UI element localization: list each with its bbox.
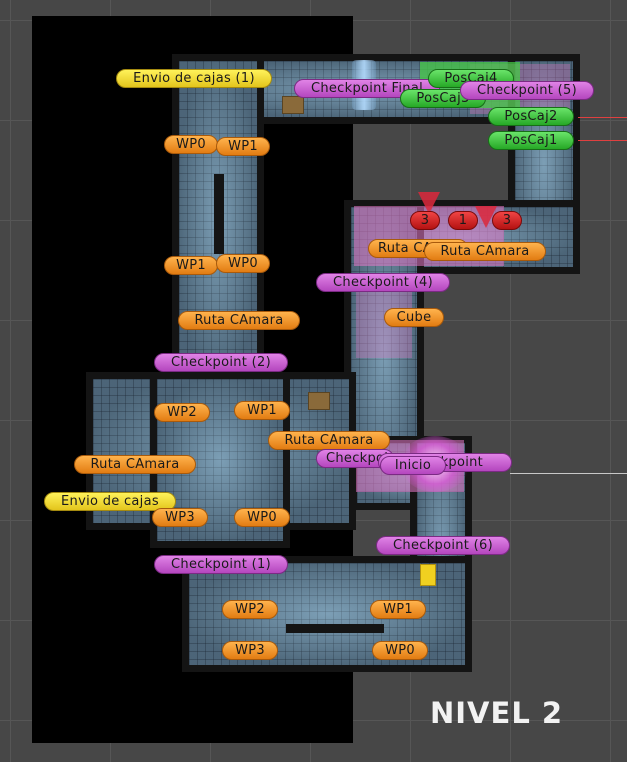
waypoint-marker[interactable]: WP1 [234, 401, 290, 420]
checkpoint-1-marker[interactable]: Checkpoint (1) [154, 555, 288, 574]
waypoint-marker[interactable]: WP3 [222, 641, 278, 660]
gizmo-line [578, 140, 627, 141]
waypoint-marker[interactable]: WP1 [370, 600, 426, 619]
ruta-camara-marker[interactable]: Ruta CAmara [178, 311, 300, 330]
waypoint-marker[interactable]: WP0 [234, 508, 290, 527]
camera-count-badge[interactable]: 3 [410, 211, 440, 230]
inicio-marker[interactable]: Inicio [380, 456, 446, 475]
ruta-camara-marker[interactable]: Ruta CAmara [268, 431, 390, 450]
checkpoint-5-marker[interactable]: Checkpoint (5) [460, 81, 594, 100]
camera-count-badge[interactable]: 1 [448, 211, 478, 230]
inner-wall [286, 624, 384, 633]
checkpoint-4-marker[interactable]: Checkpoint (4) [316, 273, 450, 292]
gizmo-line [578, 117, 627, 118]
scene-view[interactable]: Envio de cajas (1) Checkpoint Final PosC… [0, 0, 627, 762]
waypoint-marker[interactable]: WP0 [216, 254, 270, 273]
checkpoint-2-marker[interactable]: Checkpoint (2) [154, 353, 288, 372]
waypoint-marker[interactable]: WP1 [164, 256, 218, 275]
crate-icon [308, 392, 330, 410]
poscaj1-marker[interactable]: PosCaj1 [488, 131, 574, 150]
inner-wall [214, 174, 224, 254]
waypoint-marker[interactable]: WP0 [372, 641, 428, 660]
waypoint-marker[interactable]: WP2 [154, 403, 210, 422]
poscaj2-marker[interactable]: PosCaj2 [488, 107, 574, 126]
gizmo-line [510, 473, 627, 474]
crate-icon [282, 96, 304, 114]
waypoint-marker[interactable]: WP3 [152, 508, 208, 527]
waypoint-marker[interactable]: WP2 [222, 600, 278, 619]
checkpoint-6-marker[interactable]: Checkpoint (6) [376, 536, 510, 555]
crate-icon [420, 564, 436, 586]
ruta-camara-marker[interactable]: Ruta CAmara [74, 455, 196, 474]
envio-cajas-1-marker[interactable]: Envio de cajas (1) [116, 69, 272, 88]
ruta-camara-marker[interactable]: Ruta CAmara [424, 242, 546, 261]
cube-marker[interactable]: Cube [384, 308, 444, 327]
waypoint-marker[interactable]: WP1 [216, 137, 270, 156]
waypoint-marker[interactable]: WP0 [164, 135, 218, 154]
level-title: NIVEL 2 [430, 696, 564, 730]
camera-count-badge[interactable]: 3 [492, 211, 522, 230]
